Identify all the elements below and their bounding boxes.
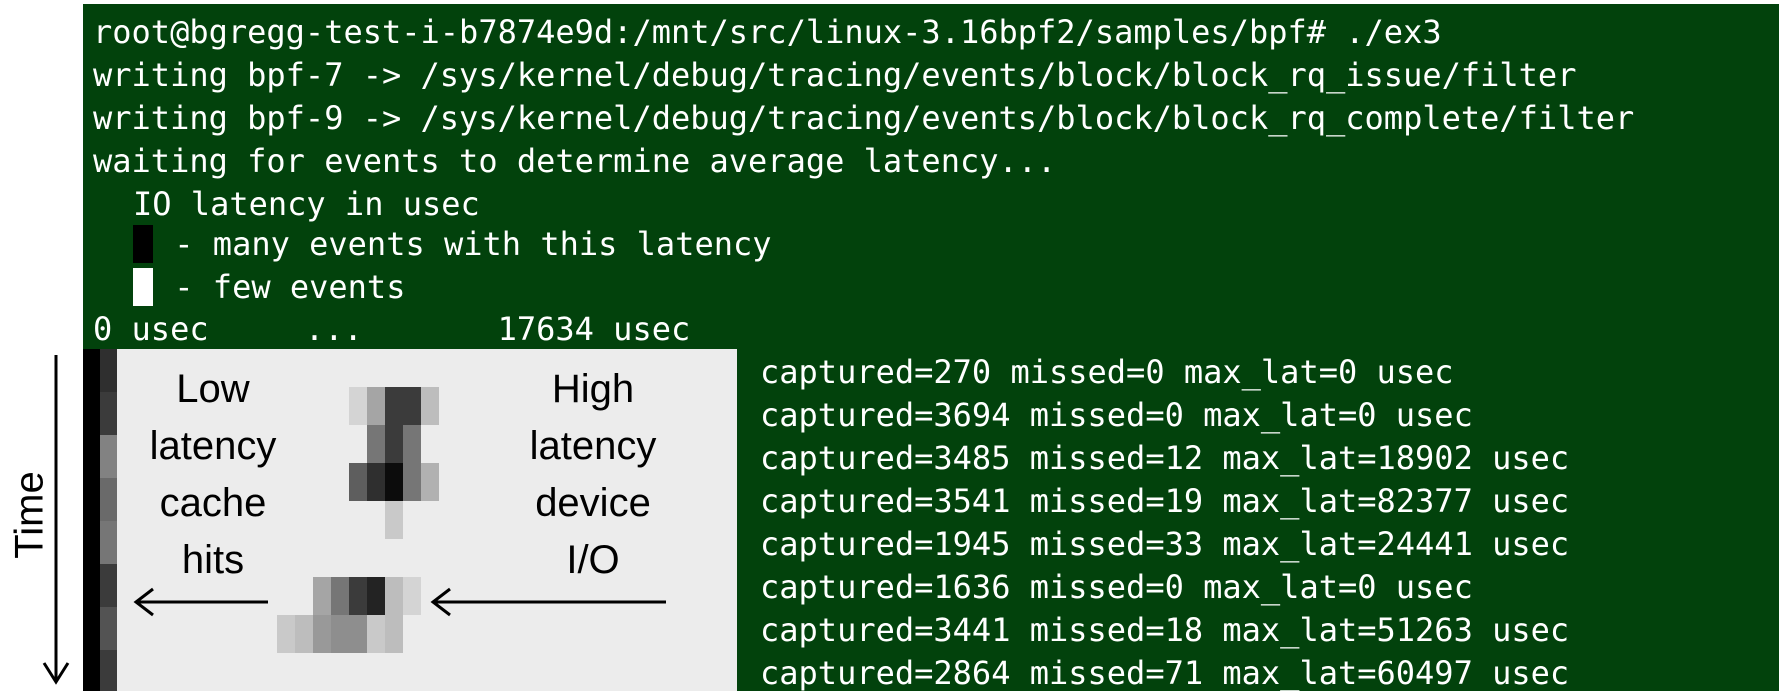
legend-few-text: - few events bbox=[155, 268, 406, 306]
stat-line: captured=1945 missed=33 max_lat=24441 us… bbox=[760, 525, 1570, 563]
legend-title: IO latency in usec bbox=[133, 185, 480, 223]
stat-line: captured=270 missed=0 max_lat=0 usec bbox=[760, 353, 1454, 391]
stat-line: captured=3485 missed=12 max_lat=18902 us… bbox=[760, 439, 1570, 477]
prompt-line: root@bgregg-test-i-b7874e9d:/mnt/src/lin… bbox=[93, 13, 1442, 51]
legend-many-swatch bbox=[133, 225, 153, 263]
legend-many-text: - many events with this latency bbox=[155, 225, 772, 263]
time-axis-text: Time bbox=[7, 471, 52, 559]
stat-line: captured=1636 missed=0 max_lat=0 usec bbox=[760, 568, 1473, 606]
stat-line: captured=2864 missed=71 max_lat=60497 us… bbox=[760, 654, 1570, 691]
annotation-arrows bbox=[133, 587, 666, 617]
range-line: 0 usec ... 17634 usec bbox=[93, 310, 691, 348]
stat-line: captured=3541 missed=19 max_lat=82377 us… bbox=[760, 482, 1570, 520]
write-line-2: writing bpf-9 -> /sys/kernel/debug/traci… bbox=[93, 99, 1635, 137]
write-line-1: writing bpf-7 -> /sys/kernel/debug/traci… bbox=[93, 56, 1577, 94]
latency-heatmap: Low latency cache hits High latency devi… bbox=[83, 349, 737, 691]
stat-line: captured=3694 missed=0 max_lat=0 usec bbox=[760, 396, 1473, 434]
terminal-window: root@bgregg-test-i-b7874e9d:/mnt/src/lin… bbox=[83, 4, 1779, 691]
legend-few-swatch bbox=[133, 268, 153, 306]
stat-line: captured=3441 missed=18 max_lat=51263 us… bbox=[760, 611, 1570, 649]
low-latency-arrow-icon bbox=[133, 587, 268, 617]
high-latency-arrow-icon bbox=[430, 587, 666, 617]
waiting-line: waiting for events to determine average … bbox=[93, 142, 1057, 180]
